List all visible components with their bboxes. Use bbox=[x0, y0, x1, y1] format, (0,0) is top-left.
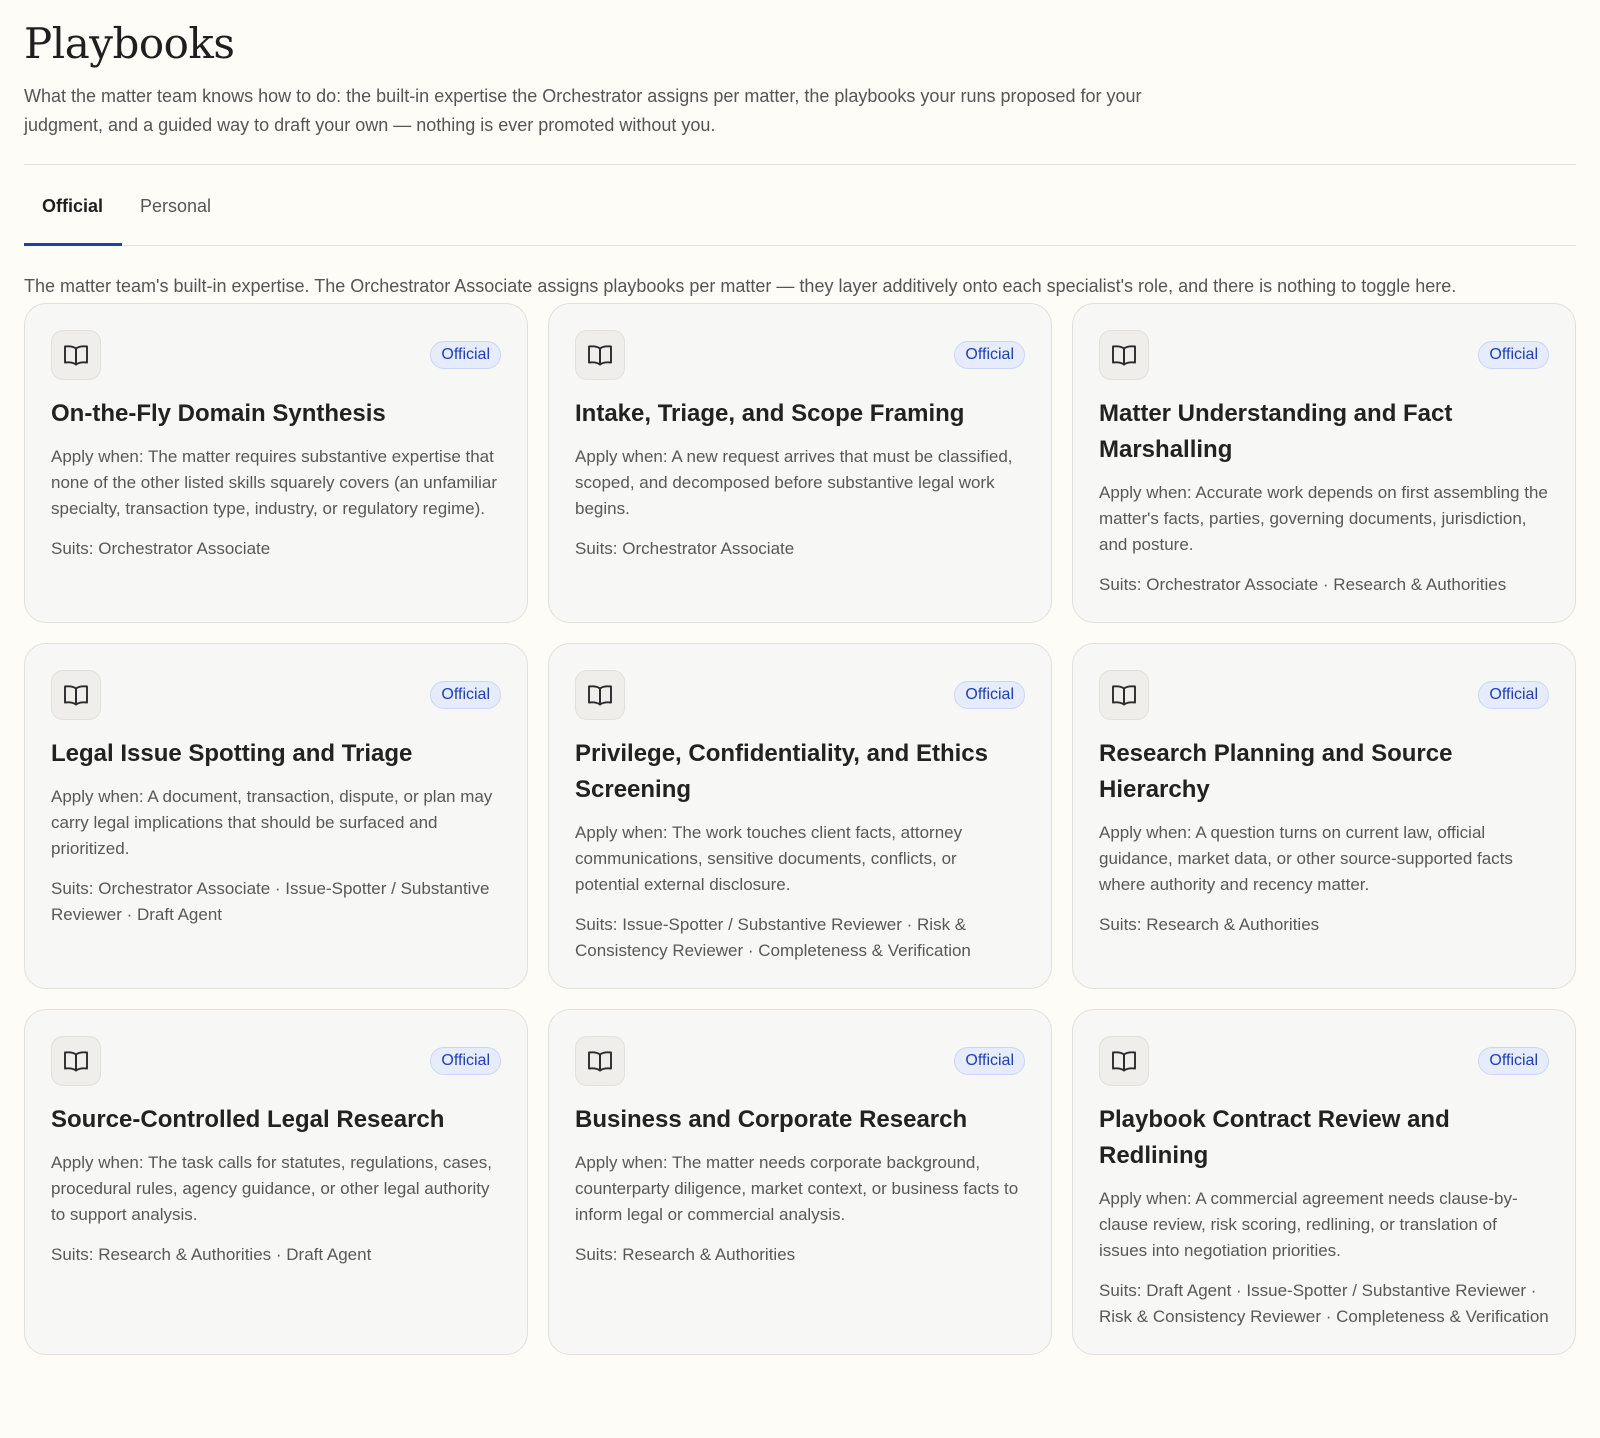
book-icon bbox=[575, 1036, 625, 1086]
card-apply-when: Apply when: The work touches client fact… bbox=[575, 823, 963, 894]
card-title: Playbook Contract Review and Redlining bbox=[1099, 1106, 1450, 1169]
official-badge: Official bbox=[1478, 681, 1549, 709]
card-suits: Suits: Research & Authorities bbox=[575, 1245, 796, 1264]
book-icon bbox=[575, 330, 625, 380]
section-description: The matter team's built-in expertise. Th… bbox=[24, 276, 1457, 296]
playbook-card[interactable]: Official Business and Corporate Research… bbox=[548, 1009, 1052, 1355]
playbook-card[interactable]: Official Legal Issue Spotting and Triage… bbox=[24, 643, 528, 989]
book-icon bbox=[51, 1036, 101, 1086]
book-icon bbox=[1099, 670, 1149, 720]
book-icon bbox=[1099, 1036, 1149, 1086]
card-title: On-the-Fly Domain Synthesis bbox=[51, 400, 386, 427]
card-apply-when: Apply when: The matter requires substant… bbox=[51, 447, 497, 518]
official-badge: Official bbox=[430, 341, 501, 369]
playbook-card[interactable]: Official On-the-Fly Domain Synthesis App… bbox=[24, 303, 528, 623]
card-title: Source-Controlled Legal Research bbox=[51, 1106, 445, 1133]
playbook-card[interactable]: Official Matter Understanding and Fact M… bbox=[1072, 303, 1576, 623]
card-suits: Suits: Orchestrator Associate bbox=[51, 539, 271, 558]
card-apply-when: Apply when: A question turns on current … bbox=[1099, 823, 1513, 894]
card-suits: Suits: Orchestrator Associate · Issue-Sp… bbox=[51, 879, 490, 924]
playbook-grid: Official On-the-Fly Domain Synthesis App… bbox=[24, 303, 1576, 1355]
official-badge: Official bbox=[1478, 1047, 1549, 1075]
card-suits: Suits: Research & Authorities · Draft Ag… bbox=[51, 1245, 372, 1264]
tab-personal[interactable]: Personal bbox=[122, 167, 229, 245]
card-suits: Suits: Issue-Spotter / Substantive Revie… bbox=[575, 915, 971, 960]
card-suits: Suits: Orchestrator Associate · Research… bbox=[1099, 575, 1507, 594]
playbook-card[interactable]: Official Research Planning and Source Hi… bbox=[1072, 643, 1576, 989]
card-title: Business and Corporate Research bbox=[575, 1106, 968, 1133]
card-apply-when: Apply when: The task calls for statutes,… bbox=[51, 1153, 492, 1224]
tab-bar: Official Personal bbox=[24, 165, 1576, 246]
playbook-card[interactable]: Official Playbook Contract Review and Re… bbox=[1072, 1009, 1576, 1355]
card-suits: Suits: Orchestrator Associate bbox=[575, 539, 795, 558]
card-suits: Suits: Research & Authorities bbox=[1099, 915, 1320, 934]
book-icon bbox=[51, 330, 101, 380]
card-apply-when: Apply when: A document, transaction, dis… bbox=[51, 787, 493, 858]
tab-official[interactable]: Official bbox=[24, 167, 123, 246]
card-apply-when: Apply when: A commercial agreement needs… bbox=[1099, 1189, 1518, 1260]
official-badge: Official bbox=[954, 681, 1025, 709]
playbook-card[interactable]: Official Privilege, Confidentiality, and… bbox=[548, 643, 1052, 989]
playbook-card[interactable]: Official Intake, Triage, and Scope Frami… bbox=[548, 303, 1052, 623]
page-description: What the matter team knows how to do: th… bbox=[24, 86, 1142, 135]
card-title: Privilege, Confidentiality, and Ethics S… bbox=[575, 740, 988, 803]
official-badge: Official bbox=[430, 1047, 501, 1075]
card-title: Legal Issue Spotting and Triage bbox=[51, 740, 413, 767]
card-title: Matter Understanding and Fact Marshallin… bbox=[1099, 400, 1453, 463]
official-badge: Official bbox=[430, 681, 501, 709]
card-apply-when: Apply when: A new request arrives that m… bbox=[575, 447, 1013, 518]
book-icon bbox=[1099, 330, 1149, 380]
playbooks-page: Playbooks What the matter team knows how… bbox=[0, 0, 1600, 1355]
card-title: Intake, Triage, and Scope Framing bbox=[575, 400, 965, 427]
playbook-card[interactable]: Official Source-Controlled Legal Researc… bbox=[24, 1009, 528, 1355]
book-icon bbox=[51, 670, 101, 720]
official-badge: Official bbox=[954, 1047, 1025, 1075]
card-suits: Suits: Draft Agent · Issue-Spotter / Sub… bbox=[1099, 1281, 1549, 1326]
card-apply-when: Apply when: The matter needs corporate b… bbox=[575, 1153, 1019, 1224]
card-apply-when: Apply when: Accurate work depends on fir… bbox=[1099, 483, 1548, 554]
card-title: Research Planning and Source Hierarchy bbox=[1099, 740, 1453, 803]
official-badge: Official bbox=[1478, 341, 1549, 369]
page-title: Playbooks bbox=[24, 19, 235, 68]
book-icon bbox=[575, 670, 625, 720]
official-badge: Official bbox=[954, 341, 1025, 369]
